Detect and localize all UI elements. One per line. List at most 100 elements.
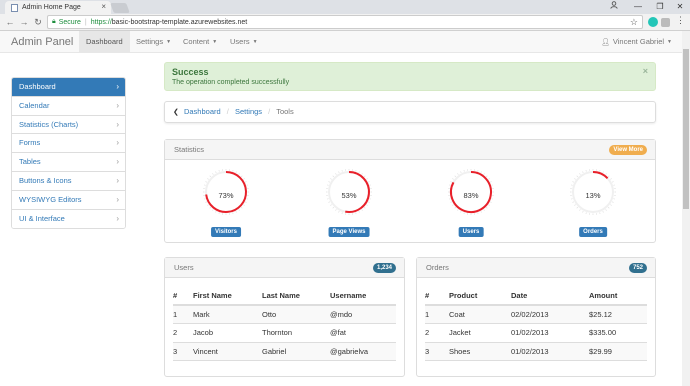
chevron-right-icon: ›: [116, 213, 119, 223]
ring-tick: [579, 173, 581, 175]
ring-tick: [480, 211, 482, 213]
panel-heading: Statistics View More: [165, 140, 655, 160]
ring-tick: [576, 175, 579, 178]
ring-tick: [328, 201, 330, 203]
table-cell: 1: [425, 305, 449, 324]
ring-tick: [488, 178, 490, 180]
page-scrollbar[interactable]: [682, 31, 690, 386]
stat-value: 83%: [463, 191, 479, 200]
sidebar-item-dashboard[interactable]: Dashboard ›: [12, 78, 125, 97]
ring-tick: [205, 181, 207, 183]
user-menu-dropdown[interactable]: 👤︎ Vincent Gabriel ▼: [601, 31, 672, 52]
ring-tick: [452, 204, 454, 206]
extension-icon[interactable]: [648, 17, 658, 27]
bookmark-star-icon[interactable]: ☆: [630, 17, 638, 28]
browser-toolbar: ← → ↻ 🔒︎ Secure | https:// basic-bootstr…: [0, 14, 690, 31]
stat-label: Page Views: [328, 227, 370, 237]
alert-close-icon[interactable]: ×: [643, 66, 648, 76]
forward-arrow-icon[interactable]: →: [18, 16, 30, 28]
nav-dashboard[interactable]: Dashboard: [79, 31, 130, 52]
ring-tick: [454, 175, 457, 178]
table-cell: 3: [425, 342, 449, 361]
ring-tick: [485, 175, 488, 178]
caret-down-icon: ▼: [252, 39, 258, 45]
column-header: #: [425, 287, 449, 306]
sidebar-item-label: Calendar: [19, 100, 50, 110]
nav-settings-dropdown[interactable]: Settings ▼: [129, 31, 178, 52]
nav-dashboard-label: Dashboard: [86, 37, 123, 46]
table-cell: $335.00: [589, 323, 647, 343]
sidebar-item-tables[interactable]: Tables ›: [12, 153, 125, 172]
sidebar-menu: Dashboard › Calendar › Statistics (Charts)…: [11, 77, 126, 230]
page-favicon-icon: [11, 3, 18, 12]
ring-tick: [576, 206, 579, 209]
table-cell: $25.12: [589, 305, 647, 324]
ring-tick: [212, 173, 214, 175]
ring-tick: [610, 204, 612, 206]
tab-close-icon[interactable]: ×: [101, 2, 106, 11]
sidebar-item-calendar[interactable]: Calendar ›: [12, 96, 125, 116]
new-tab-button[interactable]: [110, 3, 130, 13]
ring-tick: [607, 175, 610, 178]
alert-title: Success: [172, 67, 209, 77]
sidebar-item-forms[interactable]: Forms ›: [12, 134, 125, 154]
sidebar-item-label: Tables: [19, 157, 41, 167]
sidebar-item-statistics[interactable]: Statistics (Charts) ›: [12, 115, 125, 135]
ring-tick: [330, 178, 332, 180]
table-cell: Coat: [449, 305, 511, 324]
ring-tick: [607, 206, 610, 209]
table-cell: Jacob: [193, 323, 262, 343]
ring-tick: [240, 175, 243, 178]
sidebar-item-label: Forms: [19, 138, 41, 148]
reload-icon[interactable]: ↻: [32, 16, 44, 28]
lock-icon: 🔒︎: [52, 18, 56, 25]
ring-tick: [335, 173, 337, 175]
extension-icon-2[interactable]: [661, 18, 670, 27]
table-cell: 2: [173, 323, 193, 343]
users-panel: Users 1,234 # First Name Last Name Usern…: [164, 257, 405, 377]
ring-tick: [457, 173, 459, 175]
ring-tick: [363, 206, 366, 209]
nav-content-dropdown[interactable]: Content ▼: [176, 31, 224, 52]
browser-menu-icon[interactable]: ⋮: [676, 15, 685, 26]
ring-tick: [450, 201, 452, 203]
breadcrumb-dashboard[interactable]: Dashboard: [184, 107, 221, 116]
ring-progress-arc: [592, 171, 609, 180]
table-cell: Gabriel: [262, 342, 330, 361]
ring-tick: [582, 211, 584, 213]
table-row: 3 Shoes 01/02/2013 $29.99: [425, 342, 647, 361]
back-arrow-icon[interactable]: ←: [4, 16, 16, 28]
scrollbar-thumb[interactable]: [683, 49, 689, 209]
browser-tab[interactable]: Admin Home Page ×: [5, 1, 111, 14]
ring-tick: [602, 211, 604, 213]
table-row: 2 Jacket 01/02/2013 $335.00: [425, 323, 647, 343]
sidebar-item-label: WYSIWYG Editors: [19, 194, 82, 204]
breadcrumb-settings[interactable]: Settings: [235, 107, 262, 116]
ring-tick: [485, 206, 488, 209]
stat-users: 83% Users: [441, 168, 501, 240]
ring-tick: [454, 206, 457, 209]
url-host: basic-bootstrap-template.azurewebsites.n…: [111, 18, 248, 26]
ring-tick: [209, 175, 212, 178]
profile-icon[interactable]: [602, 0, 626, 14]
sidebar-item-wysiwyg[interactable]: WYSIWYG Editors ›: [12, 190, 125, 210]
view-more-button[interactable]: View More: [609, 145, 647, 155]
ring-tick: [363, 175, 366, 178]
sidebar-item-buttons-icons[interactable]: Buttons & Icons ›: [12, 171, 125, 191]
sidebar-item-ui-interface[interactable]: UI & Interface ›: [12, 209, 125, 229]
table-cell: Shoes: [449, 342, 511, 361]
orders-count-badge: 752: [628, 263, 647, 273]
column-header: Product: [449, 287, 511, 306]
minimize-button[interactable]: —: [626, 0, 650, 14]
address-bar[interactable]: 🔒︎ Secure | https:// basic-bootstrap-tem…: [47, 15, 643, 29]
window-close-button[interactable]: ✕: [668, 0, 690, 14]
secure-label: Secure: [58, 18, 81, 26]
ring-tick: [490, 201, 492, 203]
caret-down-icon: ▼: [667, 39, 672, 45]
url-scheme: https://: [90, 18, 112, 26]
ring-tick: [207, 204, 209, 206]
nav-users-dropdown[interactable]: Users ▼: [223, 31, 265, 52]
brand-title[interactable]: Admin Panel: [11, 36, 73, 48]
ring-tick: [572, 201, 574, 203]
ring-tick: [457, 209, 459, 211]
